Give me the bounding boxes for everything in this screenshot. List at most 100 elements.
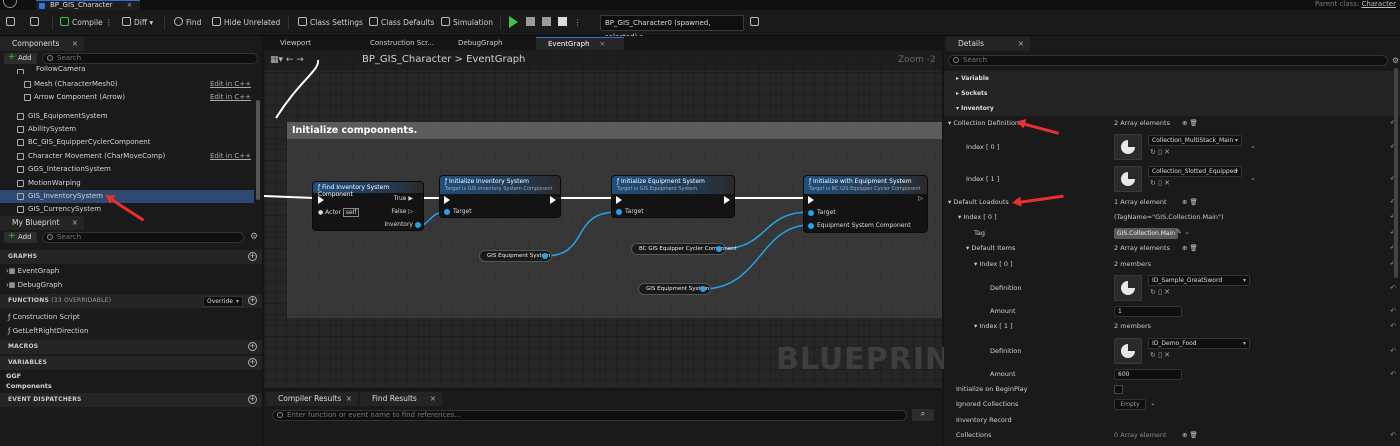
asset-thumbnail[interactable] <box>1114 134 1142 160</box>
tab-compiler-results[interactable]: Compiler Results × <box>266 392 358 406</box>
close-icon[interactable]: × <box>346 392 352 406</box>
prop-init-on-beginplay: Initialize on BeginPlay <box>944 382 1400 397</box>
chevron-down-icon[interactable]: ⌄ <box>1250 174 1256 182</box>
close-icon[interactable]: × <box>1018 37 1024 51</box>
prop-collections[interactable]: Collections 0 Array element ⊕ 🗑 ↶ <box>944 428 1400 443</box>
data-wire <box>544 211 618 257</box>
add-element-icon[interactable]: ⊕ 🗑 <box>1182 428 1198 443</box>
category-variable[interactable]: ▸ Variable <box>944 71 1400 86</box>
add-element-icon[interactable]: ⊕ 🗑 <box>1182 116 1198 131</box>
exec-out-pin[interactable]: ▷ <box>918 195 923 202</box>
node-header: ƒ Initialize Inventory System Target is G… <box>440 176 560 194</box>
asset-thumbnail[interactable] <box>1114 275 1142 301</box>
prop-label: Amount <box>990 370 1016 378</box>
tab-details[interactable]: Details × <box>946 37 1030 51</box>
pin-dot[interactable] <box>808 223 814 229</box>
asset-thumbnail[interactable] <box>1114 338 1142 364</box>
pin-true[interactable]: True ▶ <box>394 195 413 202</box>
details-tab-label: Details <box>958 39 985 48</box>
node-subtitle: Target is GIS Equipment System <box>617 186 698 192</box>
reset-icon[interactable]: ↶ <box>1390 319 1396 334</box>
asset-thumbnail[interactable] <box>1114 166 1142 192</box>
asset-picker[interactable]: ID_Sample_GreatSword ▾ <box>1148 275 1250 286</box>
exec-out-pin[interactable] <box>724 196 730 204</box>
exec-in-pin[interactable] <box>616 196 622 204</box>
components-scrollbar[interactable] <box>256 100 260 200</box>
add-element-icon[interactable]: ⊕ 🗑 <box>1182 241 1198 256</box>
node-initialize-equipment[interactable]: ƒ Initialize Equipment System Target is G… <box>611 175 735 218</box>
exec-in-pin[interactable] <box>444 196 450 204</box>
browse-icons[interactable]: ↻ ▯ ✕ <box>1150 179 1170 187</box>
category-inventory[interactable]: ▾ Inventory <box>944 101 1400 116</box>
node-find-inventory-system[interactable]: ƒ Find Inventory System Component True ▶… <box>312 181 424 231</box>
exec-out-pin[interactable] <box>550 196 556 204</box>
pin-target[interactable]: Target <box>453 208 472 215</box>
browse-icons[interactable]: ↻ ▯ ✕ <box>1150 288 1170 296</box>
browse-icons[interactable]: ↻ ▯ ✕ <box>1150 148 1170 156</box>
prop-label: Inventory Record <box>956 416 1012 424</box>
pin-dot[interactable] <box>616 209 622 215</box>
prop-loadout-index-0[interactable]: ▾ Index [ 0 ] (TagName="GIS.Collection.Ma… <box>944 210 1400 225</box>
pin-dot[interactable] <box>716 246 722 252</box>
node-header: ƒ Find Inventory System Component <box>313 182 423 198</box>
binoculars-icon[interactable]: ⌕ <box>912 409 934 421</box>
reset-icon[interactable]: ↶ <box>1390 344 1396 359</box>
pin-dot[interactable] <box>444 209 450 215</box>
close-icon[interactable]: × <box>430 392 436 406</box>
ignored-collections-value[interactable]: Empty <box>1114 399 1146 410</box>
pin-target[interactable]: Target <box>625 208 644 215</box>
reset-icon[interactable]: ↶ <box>1390 281 1396 296</box>
category-sockets[interactable]: ▸ Sockets <box>944 86 1400 101</box>
chevron-down-icon[interactable]: ⌄ <box>1250 142 1256 150</box>
tag-chip[interactable]: GIS.Collection.Main <box>1114 228 1179 239</box>
prop-default-items[interactable]: ▾ Default Items2 Array elements⊕ 🗑↶ <box>944 241 1400 256</box>
tag-edit-icons[interactable]: ✎ ⌄ <box>1176 228 1190 236</box>
prop-label: Default Loadouts <box>953 198 1009 206</box>
pin-default-value: self <box>342 208 360 217</box>
pin-inventory[interactable]: Inventory <box>384 221 413 228</box>
add-element-icon[interactable]: ⊕ 🗑 <box>1182 195 1198 210</box>
prop-label: Ignored Collections <box>956 400 1019 408</box>
pin-dot[interactable] <box>542 253 548 259</box>
prop-ignored-collections: Ignored Collections <box>944 397 1400 412</box>
pin-equipment-system[interactable]: Equipment System Component <box>817 222 911 229</box>
gear-icon[interactable]: ⚙ <box>1392 56 1399 65</box>
browse-icons[interactable]: ↻ ▯ ✕ <box>1150 351 1170 359</box>
prop-label: Index [ 0 ] <box>963 213 997 221</box>
prop-label: Definition <box>990 347 1022 355</box>
amount-input[interactable]: 600 <box>1114 369 1182 380</box>
chevron-down-icon[interactable]: ⌄ <box>1150 399 1156 407</box>
pin-dot[interactable] <box>808 210 814 216</box>
find-results-search-input[interactable]: Enter function or event name to find ref… <box>272 410 907 421</box>
prop-item-index-0[interactable]: ▾ Index [ 0 ]2 members↶ <box>944 257 1400 272</box>
node-initialize-inventory[interactable]: ƒ Initialize Inventory System Target is G… <box>439 175 561 218</box>
details-search-input[interactable]: Search <box>948 55 1388 66</box>
reset-icon[interactable]: ↶ <box>1390 367 1396 382</box>
prop-label: Default Items <box>971 244 1016 252</box>
node-get-equipper-cycler[interactable]: BC GIS Equipper Cycler Component <box>631 243 737 255</box>
tab-find-results[interactable]: Find Results × <box>360 392 442 406</box>
pin-label: Inventory <box>384 221 413 228</box>
pin-false[interactable]: False ▷ <box>391 208 413 215</box>
exec-in-pin[interactable] <box>318 196 324 204</box>
asset-picker[interactable]: Collection_Slotted_Equipped ▾ <box>1148 166 1242 177</box>
pin-dot[interactable] <box>415 222 421 228</box>
prop-collection-definitions[interactable]: ▾ Collection Definitions 2 Array elements… <box>944 116 1400 131</box>
exec-in-pin[interactable] <box>808 196 814 204</box>
node-initialize-with-equipment[interactable]: ƒ Initialize with Equipment System Target… <box>803 175 928 233</box>
asset-picker[interactable]: ID_Demo_Food ▾ <box>1148 338 1250 349</box>
pin-target[interactable]: Target <box>817 209 836 216</box>
data-wire <box>702 224 811 290</box>
details-scrollbar[interactable] <box>1394 68 1398 278</box>
reset-icon[interactable]: ↶ <box>1390 304 1396 319</box>
amount-input[interactable]: 1 <box>1114 306 1182 317</box>
pin-actor[interactable]: ● Actor self <box>318 208 360 217</box>
pin-label: Actor <box>325 209 341 216</box>
prop-item-index-1[interactable]: ▾ Index [ 1 ] 2 members ↶ <box>944 319 1400 334</box>
reset-icon[interactable]: ↶ <box>1390 428 1396 443</box>
pin-dot[interactable] <box>700 286 706 292</box>
asset-picker[interactable]: Collection_MultiStack_Main ▾ <box>1148 135 1242 146</box>
init-on-beginplay-checkbox[interactable] <box>1114 385 1123 394</box>
asset-value: ID_Sample_GreatSword <box>1152 277 1223 284</box>
node-subtitle: Target is GIS Inventory System Component <box>445 186 553 192</box>
